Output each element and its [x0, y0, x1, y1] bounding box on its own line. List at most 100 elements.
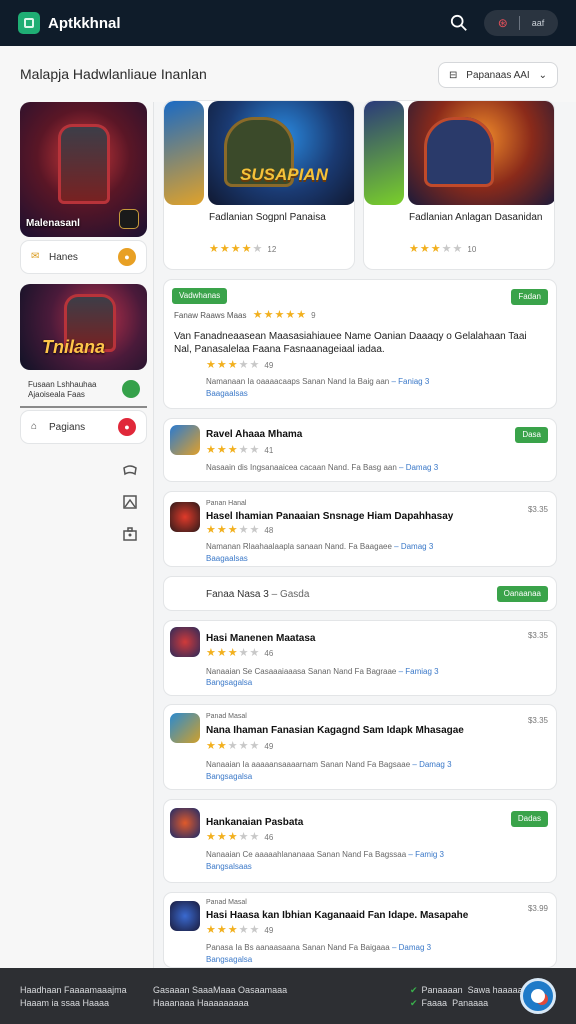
- app-meta: Nanaaian Ia aaaaansaaaarnam Sanan Nand F…: [206, 760, 452, 769]
- featured-card-1[interactable]: SUSAPIAN Fadlanian Sogpnl Panaisa ★★★★★ 1…: [163, 100, 355, 270]
- app-icon: [170, 425, 200, 455]
- section-row[interactable]: Fanaa Nasa 3 – Gasda Oanaanaa: [163, 576, 557, 611]
- app-meta: Panasa Ia Bs aanaasaana Sanan Nand Fa Ba…: [206, 943, 432, 952]
- featured-card-2[interactable]: Fadlanian Anlagan Dasanidan ★★★★★ 10: [363, 100, 555, 270]
- app-link[interactable]: Bangsagalsa: [206, 955, 252, 964]
- app-name: Hasi Manenen Maatasa: [206, 633, 316, 644]
- app-link[interactable]: Baagaalsas: [206, 554, 248, 563]
- star-empty-icon: ★: [238, 831, 250, 843]
- section-button[interactable]: Oanaanaa: [496, 586, 548, 602]
- star-filled-icon: ★: [206, 359, 217, 371]
- star-filled-icon: ★: [430, 243, 442, 255]
- footer-link[interactable]: Faaaa: [422, 998, 448, 1008]
- sort-button[interactable]: ⊟ Papanaas AAI ⌄: [438, 62, 558, 88]
- app-row[interactable]: Ravel Ahaaa Mhama Dasa ★★★★★ 41 Nasaain d…: [163, 418, 557, 482]
- star-filled-icon: ★: [227, 647, 239, 659]
- app-row[interactable]: Panad Masal Hasi Haasa kan Ibhian Kagana…: [163, 892, 557, 968]
- gamepad-icon[interactable]: [122, 462, 138, 478]
- assistant-icon: [531, 989, 545, 1003]
- review-card[interactable]: Vadwhanas Fadan Fanaw Raaws Maas ★★★★★ 9 …: [163, 279, 557, 409]
- footer-link[interactable]: Sawa haaaaa: [468, 985, 523, 995]
- review-meta: Namanaan Ia oaaaacaaps Sanan Nand Ia Bai…: [206, 377, 430, 386]
- top-app-bar: Aptkkhnal ⊛ aaf: [0, 0, 576, 46]
- briefcase-icon[interactable]: [122, 526, 138, 542]
- gamepad-icon: ⊛: [497, 16, 508, 30]
- review-tag: Vadwhanas: [172, 288, 228, 304]
- star-filled-icon: ★: [206, 740, 217, 752]
- promo-banner-2[interactable]: Tnilana: [20, 284, 147, 370]
- promo-caption-2: Tnilana: [42, 337, 106, 357]
- sidebar-item-label: Pagians: [49, 421, 86, 433]
- star-rating: ★★★★★ 10: [409, 242, 476, 255]
- star-empty-icon: ★: [249, 524, 261, 536]
- rating-count: 12: [267, 245, 277, 254]
- footer-link[interactable]: Panaaaan: [422, 985, 463, 995]
- app-price: $3.35: [527, 716, 548, 725]
- star-filled-icon: ★: [241, 243, 253, 255]
- page-header: Malapja Hadwlanliaue Inanlan ⊟ Papanaas …: [0, 46, 576, 102]
- game-thumbnail: [364, 101, 404, 205]
- app-row[interactable]: Panan Hanal Hasel Ihamian Panaaian Snsna…: [163, 491, 557, 567]
- search-icon[interactable]: [450, 14, 468, 32]
- star-filled-icon: ★: [206, 831, 217, 843]
- get-button[interactable]: Dadas: [510, 811, 548, 827]
- review-title: Fanaw Raaws Maas ★★★★★ 9: [174, 309, 316, 321]
- star-empty-icon: ★: [252, 243, 264, 255]
- review-link[interactable]: Baagaalsas: [206, 389, 248, 398]
- app-meta: Namanan Rlaahaalaapla sanaan Nand. Fa Ba…: [206, 542, 434, 551]
- sidebar-item-hanes[interactable]: ✉ Hanes ●: [20, 240, 147, 274]
- check-icon: ✔: [410, 985, 418, 995]
- app-icon: [170, 502, 200, 532]
- download-icon[interactable]: [122, 380, 140, 398]
- app-row[interactable]: Panad Masal Nana Ihaman Fanasian Kagagnd…: [163, 704, 557, 790]
- assistant-fab[interactable]: [520, 978, 556, 1014]
- star-filled-icon: ★: [252, 309, 264, 321]
- app-link[interactable]: Bangsalsaas: [206, 862, 252, 871]
- app-link[interactable]: Bangsagalsa: [206, 678, 252, 687]
- promo-art-1: Malenasanl: [20, 102, 147, 237]
- bell-icon: ⌂: [31, 421, 38, 432]
- promo-banner-1[interactable]: Malenasanl: [20, 102, 147, 237]
- app-row[interactable]: Hankanaian Pasbata Dadas ★★★★★ 46 Nanaaia…: [163, 799, 557, 883]
- star-empty-icon: ★: [249, 359, 261, 371]
- star-filled-icon: ★: [409, 243, 420, 255]
- footer-col-1: Haadhaan Faaaamaaajma Haaam ia ssaa Haaa…: [20, 984, 127, 1010]
- app-name: Nana Ihaman Fanasian Kagagnd Sam Idapk M…: [206, 725, 464, 736]
- footer-link[interactable]: Panaaaa: [452, 998, 488, 1008]
- gift-icon: ✉: [31, 251, 40, 262]
- review-action-button[interactable]: Fadan: [511, 289, 548, 305]
- app-icon: [170, 627, 200, 657]
- star-filled-icon: ★: [227, 524, 239, 536]
- star-filled-icon: ★: [263, 309, 275, 321]
- app-link[interactable]: Bangsagalsa: [206, 772, 252, 781]
- star-filled-icon: ★: [206, 924, 217, 936]
- star-empty-icon: ★: [249, 444, 261, 456]
- sidebar-item-pagians[interactable]: ⌂ Pagians ●: [20, 410, 147, 444]
- rating-count: 49: [264, 926, 274, 935]
- footer: Haadhaan Faaaamaaajma Haaam ia ssaa Haaa…: [0, 968, 576, 1024]
- footer-text: Haadhaan Faaaamaaajma: [20, 985, 127, 995]
- app-meta: Nanaaian Se Casaaaiaaasa Sanan Nand Fa B…: [206, 667, 439, 676]
- check-icon: ✔: [410, 998, 418, 1008]
- footer-col-3: ✔ Panaaaan Sawa haaaaa ✔ Faaaa Panaaaa: [410, 984, 523, 1010]
- filter-icon: ⊟: [449, 69, 458, 81]
- star-filled-icon: ★: [296, 309, 308, 321]
- coin-icon: ●: [118, 248, 136, 266]
- star-empty-icon: ★: [249, 831, 261, 843]
- account-pill[interactable]: ⊛ aaf: [484, 10, 558, 36]
- app-logo-icon[interactable]: [18, 12, 40, 34]
- star-empty-icon: ★: [238, 359, 250, 371]
- get-button[interactable]: Dasa: [515, 427, 548, 443]
- app-row[interactable]: Hasi Manenen Maatasa $3.35 ★★★★★ 46 Nanaa…: [163, 620, 557, 696]
- alert-icon: ●: [118, 418, 136, 436]
- image-icon[interactable]: [122, 494, 138, 510]
- featured-title: Fadlanian Sogpnl Panaisa: [209, 212, 326, 223]
- sidebar: Malenasanl ✉ Hanes ● Tnilana Fusaan Lshh…: [0, 102, 154, 968]
- star-empty-icon: ★: [452, 243, 464, 255]
- star-empty-icon: ★: [238, 647, 250, 659]
- star-rating: ★★★★★ 46: [206, 830, 273, 843]
- star-rating: ★★★★★ 12: [209, 242, 276, 255]
- star-filled-icon: ★: [227, 831, 239, 843]
- promo-2-text: Fusaan Lshhauhaa Ajaoiseala Faas: [28, 380, 97, 399]
- star-filled-icon: ★: [227, 444, 239, 456]
